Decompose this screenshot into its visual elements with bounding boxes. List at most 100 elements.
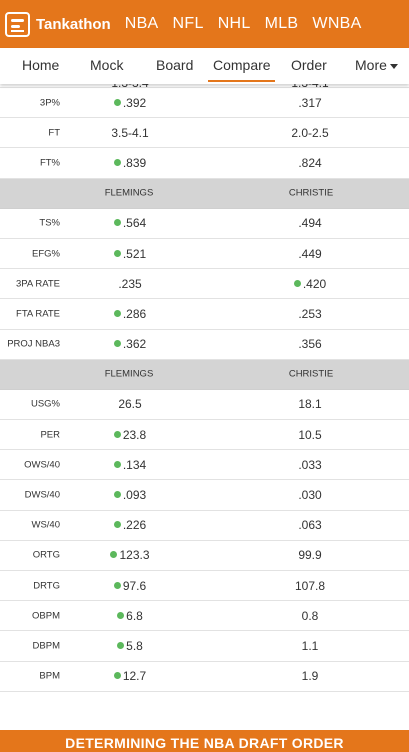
advantage-dot-icon (113, 340, 121, 348)
player-a-value: .134 (98, 458, 162, 472)
player-b-value: .494 (278, 216, 342, 230)
nav-order[interactable]: Order (291, 57, 327, 73)
player-a-value: .839 (98, 156, 162, 170)
player-b-value-text: .420 (302, 276, 327, 291)
player-b-value: .253 (278, 307, 342, 321)
player-b-value-text: .030 (298, 488, 322, 503)
player-a-value: .362 (98, 337, 162, 351)
stat-label: DBPM (32, 640, 60, 652)
stat-row: PER 23.8 10.5 (0, 420, 409, 451)
player-a-value-text: .286 (122, 306, 147, 321)
tankathon-logo-icon[interactable] (5, 11, 30, 37)
player-a-value-text: 5.8 (126, 638, 143, 653)
stat-label: OWS/40 (24, 459, 60, 471)
stat-row: EFG% .521 .449 (0, 239, 409, 270)
advantage-dot-icon (113, 430, 121, 438)
stat-row: DWS/40 .093 .030 (0, 480, 409, 511)
league-link-nba[interactable]: NBA (125, 15, 159, 33)
player-b-value-text: 1.9 (301, 669, 319, 684)
player-a-value: 123.3 (98, 548, 162, 562)
player-b-value-text: .253 (298, 306, 322, 321)
stat-row: OWS/40 .134 .033 (0, 450, 409, 481)
player-a-value-text: .235 (118, 276, 142, 291)
league-link-nfl[interactable]: NFL (173, 15, 204, 33)
player-a-value: .564 (98, 216, 162, 230)
draft-order-banner[interactable]: DETERMINING THE NBA DRAFT ORDER (0, 730, 409, 752)
stat-row: USG% 26.5 18.1 (0, 390, 409, 421)
advantage-dot-icon (113, 98, 121, 106)
stat-row: DBPM 5.8 1.1 (0, 631, 409, 662)
player-b-value: 1.1 (278, 639, 342, 653)
player-b-value-text: .317 (298, 95, 322, 110)
caret-down-icon (389, 63, 398, 69)
stat-label: WS/40 (31, 519, 60, 531)
player-a-value: 5.8 (98, 639, 162, 653)
advantage-dot-icon (293, 279, 301, 287)
stat-label: BPM (39, 670, 60, 682)
stat-label: FTA RATE (16, 308, 60, 320)
player-a-value-text: .564 (122, 216, 147, 231)
player-b-value-text: .033 (298, 457, 322, 472)
advantage-dot-icon (113, 460, 121, 468)
stat-row: 3PA RATE .235 .420 (0, 269, 409, 300)
player-b-value-text: 2.0-2.5 (291, 125, 329, 140)
nav-more-label: More (355, 57, 387, 73)
player-b-value: .033 (278, 458, 342, 472)
stat-label: DRTG (33, 580, 60, 592)
player-b-value: .449 (278, 247, 342, 261)
stat-row: DRTG 97.6 107.8 (0, 571, 409, 602)
player-b-value: .824 (278, 156, 342, 170)
player-a-value-text: .839 (122, 155, 147, 170)
stat-label: PROJ NBA3 (7, 338, 60, 350)
player-a-value: 97.6 (98, 579, 162, 593)
player-b-value-text: 99.9 (298, 548, 322, 563)
nav-home[interactable]: Home (22, 57, 59, 73)
top-header: Tankathon NBA NFL NHL MLB WNBA (0, 0, 409, 48)
stat-label: FT (48, 127, 60, 139)
advantage-dot-icon (113, 581, 121, 589)
stat-row: 3P% .392 .317 (0, 88, 409, 119)
stat-row: ORTG 123.3 99.9 (0, 541, 409, 571)
stat-label: 3P% (39, 97, 60, 109)
player-b-value-text: .494 (298, 216, 322, 231)
player-b-value-text: 10.5 (298, 427, 322, 442)
player-b-value-text: .356 (298, 337, 322, 352)
player-a-value: 26.5 (98, 397, 162, 411)
advantage-dot-icon (113, 158, 121, 166)
brand-name[interactable]: Tankathon (36, 16, 111, 33)
stat-label: 3PA RATE (16, 278, 60, 290)
player-b-value: 10.5 (278, 428, 342, 442)
player-a-value: .286 (98, 307, 162, 321)
advantage-dot-icon (113, 219, 121, 227)
player-a-name: FLEMINGS (104, 368, 154, 380)
player-b-value: 1.9 (278, 669, 342, 683)
stat-row: TS% .564 .494 (0, 209, 409, 239)
stat-row: FT 3.5-4.1 2.0-2.5 (0, 118, 409, 149)
player-a-value-text: 12.7 (122, 669, 147, 684)
stat-row: BPM 12.7 1.9 (0, 662, 409, 692)
player-a-value: .521 (98, 247, 162, 261)
league-link-wnba[interactable]: WNBA (312, 15, 361, 33)
player-a-value: 12.7 (98, 669, 162, 683)
player-a-value-text: 26.5 (118, 397, 142, 412)
advantage-dot-icon (113, 249, 121, 257)
league-link-mlb[interactable]: MLB (265, 15, 299, 33)
player-b-value-text: .449 (298, 246, 322, 261)
player-a-value: .093 (98, 488, 162, 502)
comparison-table: 3P1.3-3.41.3-4.13P%.392.317FT3.5-4.12.0-… (0, 74, 409, 692)
nav-more[interactable]: More (355, 57, 398, 73)
player-b-value-text: 0.8 (301, 608, 319, 623)
player-b-value: .063 (278, 518, 342, 532)
stat-row: FTA RATE .286 .253 (0, 299, 409, 330)
nav-board[interactable]: Board (156, 57, 193, 73)
nav-compare[interactable]: Compare (213, 57, 271, 73)
nav-mock[interactable]: Mock (90, 57, 123, 73)
player-a-value: .392 (98, 96, 162, 110)
player-a-value-text: 97.6 (122, 578, 147, 593)
league-link-nhl[interactable]: NHL (218, 15, 251, 33)
player-b-value-text: 107.8 (294, 578, 326, 593)
player-header-row: FLEMINGS CHRISTIE (0, 359, 409, 390)
player-b-name: CHRISTIE (288, 187, 334, 199)
player-a-value-text: .392 (122, 95, 147, 110)
player-b-value: .356 (278, 337, 342, 351)
